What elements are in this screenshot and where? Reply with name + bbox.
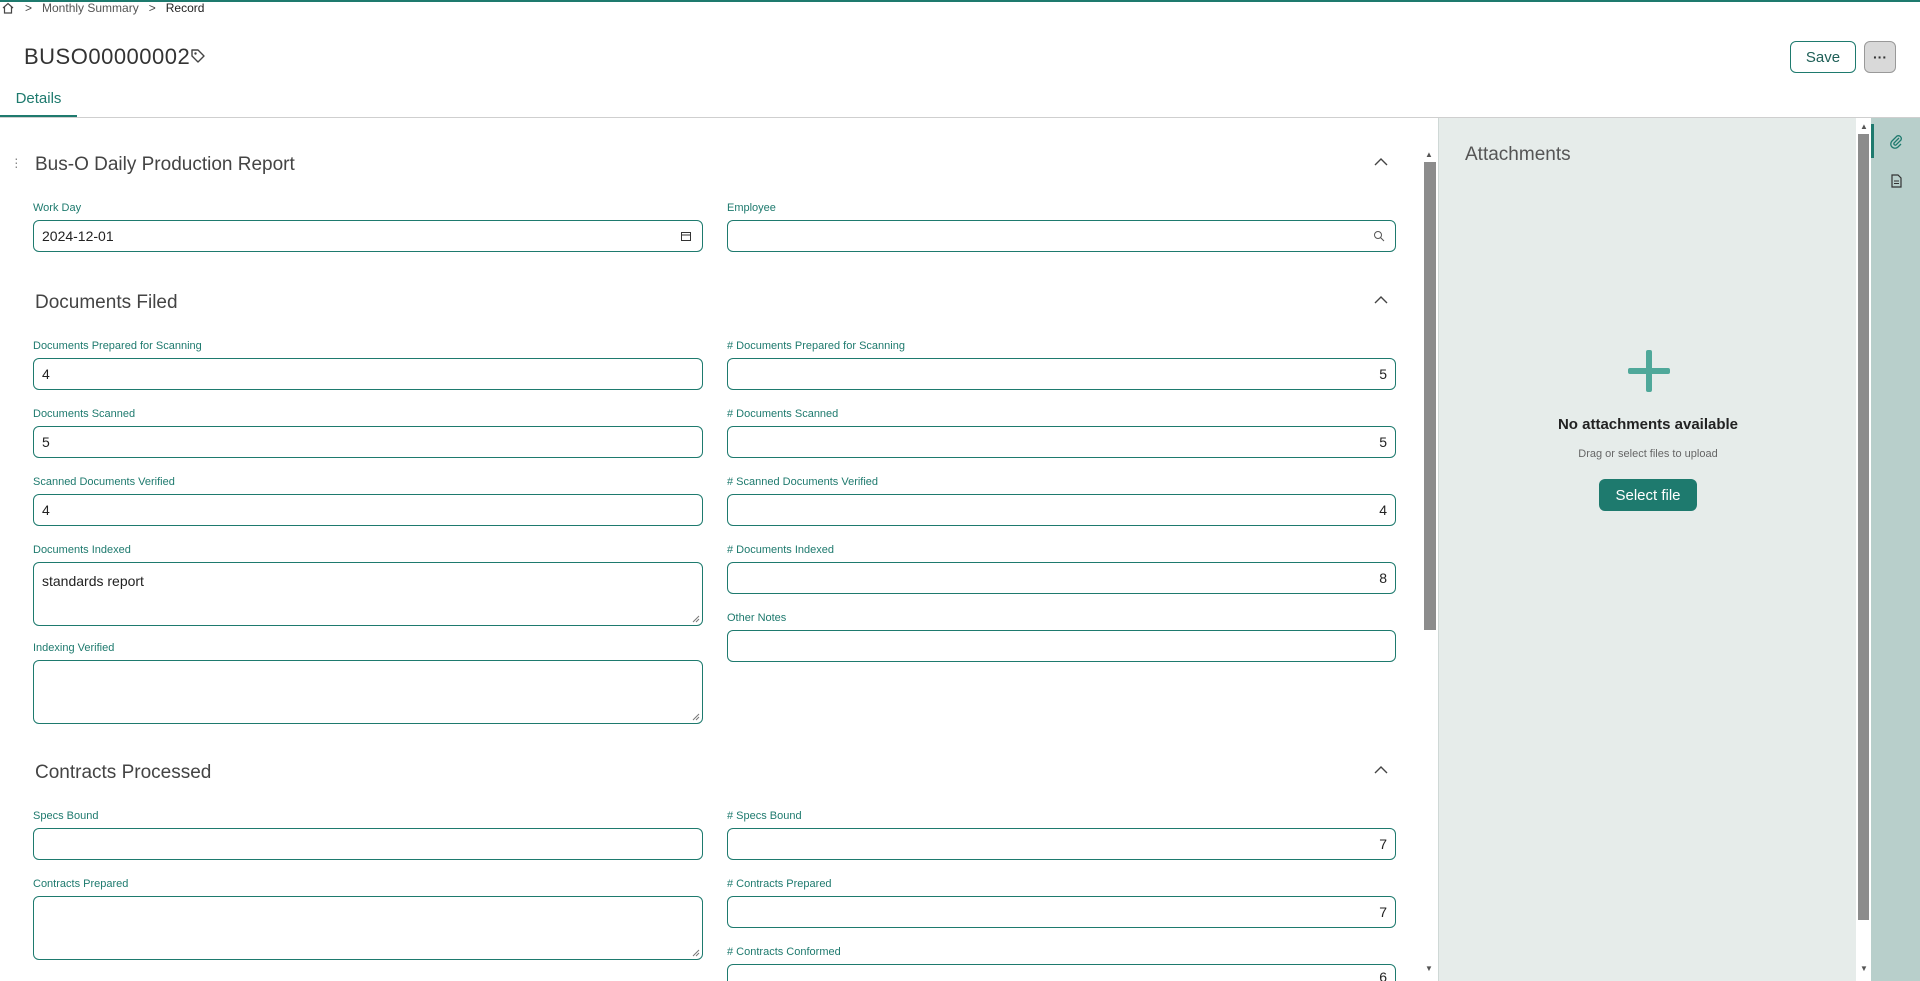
chevron-up-icon[interactable] — [1374, 765, 1388, 775]
indexing-verified-label: Indexing Verified — [33, 642, 115, 654]
document-icon[interactable] — [1888, 173, 1904, 189]
main-form: · · · Bus-O Daily Production Report Work D… — [0, 118, 1438, 981]
num-docs-prepared-value: 5 — [1379, 366, 1387, 382]
chevron-right-icon: > — [25, 1, 33, 15]
main-scrollbar-thumb[interactable] — [1424, 162, 1436, 630]
chevron-right-icon: > — [148, 1, 156, 15]
specs-bound-label: Specs Bound — [33, 810, 99, 822]
docs-verified-field[interactable]: 4 — [33, 494, 703, 526]
contracts-prepared-textarea[interactable] — [33, 896, 703, 960]
no-attachments-message: No attachments available — [1557, 416, 1739, 433]
page-title: BUSO00000002 — [24, 44, 191, 69]
side-scrollbar-thumb[interactable] — [1858, 134, 1869, 920]
select-file-button[interactable]: Select file — [1599, 479, 1697, 511]
resize-handle-icon[interactable] — [692, 949, 700, 957]
num-contracts-conformed-label: # Contracts Conformed — [727, 946, 841, 958]
breadcrumb-record: Record — [165, 1, 205, 15]
num-docs-indexed-label: # Documents Indexed — [727, 544, 835, 556]
chevron-up-icon[interactable] — [1374, 157, 1388, 167]
docs-prepared-field[interactable]: 4 — [33, 358, 703, 390]
work-day-value: 2024-12-01 — [42, 228, 114, 244]
section-title-documents: Documents Filed — [35, 292, 178, 313]
attachments-title: Attachments — [1465, 144, 1571, 165]
more-options-button[interactable]: ··· — [1864, 41, 1896, 73]
num-docs-indexed-field[interactable]: 8 — [727, 562, 1396, 594]
docs-prepared-label: Documents Prepared for Scanning — [33, 340, 202, 352]
num-docs-scanned-field[interactable]: 5 — [727, 426, 1396, 458]
other-notes-label: Other Notes — [727, 612, 787, 624]
num-docs-verified-value: 4 — [1379, 502, 1387, 518]
docs-indexed-label: Documents Indexed — [33, 544, 131, 556]
num-contracts-conformed-field[interactable]: 6 — [727, 964, 1396, 981]
num-docs-scanned-value: 5 — [1379, 434, 1387, 450]
attachments-panel: Attachments No attachments available Dra… — [1438, 118, 1856, 981]
specs-bound-field[interactable] — [33, 828, 703, 860]
num-docs-scanned-label: # Documents Scanned — [727, 408, 839, 420]
top-accent-line — [0, 0, 1920, 2]
calendar-icon[interactable] — [680, 230, 692, 242]
paperclip-icon[interactable] — [1888, 133, 1904, 149]
num-docs-prepared-label: # Documents Prepared for Scanning — [727, 340, 905, 352]
scroll-down-arrow-icon[interactable]: ▼ — [1425, 964, 1433, 973]
employee-field[interactable] — [727, 220, 1396, 252]
scroll-down-arrow-icon[interactable]: ▼ — [1860, 964, 1868, 973]
other-notes-field[interactable] — [727, 630, 1396, 662]
work-day-field[interactable]: 2024-12-01 — [33, 220, 703, 252]
save-button[interactable]: Save — [1790, 41, 1856, 73]
search-icon[interactable] — [1373, 230, 1385, 242]
docs-scanned-label: Documents Scanned — [33, 408, 136, 420]
docs-indexed-textarea[interactable]: standards report — [33, 562, 703, 626]
home-icon[interactable] — [1, 1, 15, 15]
scroll-up-arrow-icon[interactable]: ▲ — [1425, 150, 1433, 159]
section-title-contracts: Contracts Processed — [35, 762, 212, 783]
num-specs-bound-value: 7 — [1379, 836, 1387, 852]
tag-icon[interactable] — [189, 47, 207, 65]
breadcrumb: > Monthly Summary > Record — [0, 1, 204, 15]
work-day-label: Work Day — [33, 202, 82, 214]
num-docs-indexed-value: 8 — [1379, 570, 1387, 586]
contracts-prepared-label: Contracts Prepared — [33, 878, 129, 890]
num-contracts-prepared-label: # Contracts Prepared — [727, 878, 832, 890]
resize-handle-icon[interactable] — [692, 713, 700, 721]
num-docs-verified-label: # Scanned Documents Verified — [727, 476, 879, 488]
docs-verified-value: 4 — [42, 502, 50, 518]
breadcrumb-monthly-summary[interactable]: Monthly Summary — [42, 1, 139, 15]
section-title-daily: Bus-O Daily Production Report — [35, 154, 295, 175]
rail-active-indicator — [1871, 124, 1874, 158]
chevron-up-icon[interactable] — [1374, 295, 1388, 305]
num-specs-bound-label: # Specs Bound — [727, 810, 802, 822]
num-docs-prepared-field[interactable]: 5 — [727, 358, 1396, 390]
docs-scanned-field[interactable]: 5 — [33, 426, 703, 458]
upload-hint: Drag or select files to upload — [1578, 448, 1718, 460]
num-specs-bound-field[interactable]: 7 — [727, 828, 1396, 860]
docs-verified-label: Scanned Documents Verified — [33, 476, 175, 488]
tab-details[interactable]: Details — [0, 90, 77, 118]
num-docs-verified-field[interactable]: 4 — [727, 494, 1396, 526]
employee-label: Employee — [727, 202, 776, 214]
scroll-up-arrow-icon[interactable]: ▲ — [1860, 122, 1868, 131]
plus-icon[interactable] — [1626, 348, 1672, 394]
num-contracts-prepared-value: 7 — [1379, 904, 1387, 920]
right-icon-rail — [1871, 118, 1920, 981]
docs-prepared-value: 4 — [42, 366, 50, 382]
indexing-verified-textarea[interactable] — [33, 660, 703, 724]
resize-handle-icon[interactable] — [692, 615, 700, 623]
num-contracts-prepared-field[interactable]: 7 — [727, 896, 1396, 928]
docs-indexed-value: standards report — [42, 573, 144, 589]
num-contracts-conformed-value: 6 — [1379, 969, 1387, 981]
docs-scanned-value: 5 — [42, 434, 50, 450]
drag-handle-icon[interactable]: · · · — [14, 151, 19, 173]
